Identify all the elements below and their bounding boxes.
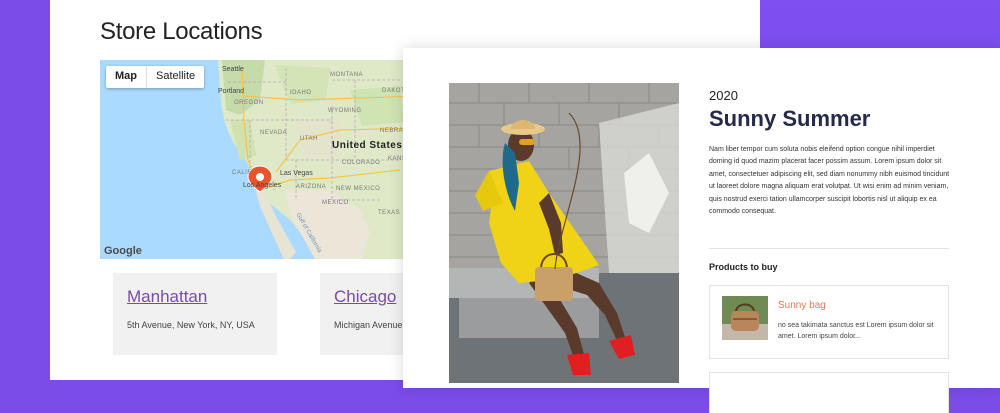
map-label-los-angeles: Los Angeles [243, 182, 282, 189]
article-panel: 2020 Sunny Summer Nam liber tempor cum s… [403, 48, 1000, 413]
map-label-california: CALIF [232, 170, 252, 176]
product-description: no sea takimata sanctus est Lorem ipsum … [778, 322, 934, 340]
divider [709, 248, 949, 249]
map-label-nevada: NEVADA [260, 130, 288, 136]
store-city-link[interactable]: Chicago [334, 287, 396, 307]
article-body: Nam liber tempor cum soluta nobis eleife… [709, 146, 950, 216]
map-label-oregon: OREGON [234, 100, 264, 106]
store-map[interactable]: Seattle Portland United States Las Vegas… [100, 60, 420, 259]
store-address: 5th Avenue, New York, NY, USA [127, 320, 255, 330]
map-label-texas: TEXAS [378, 210, 401, 216]
article-year: 2020 [709, 88, 738, 103]
product-card[interactable]: Sunny bag no sea takimata sanctus est Lo… [709, 285, 949, 359]
article-title: Sunny Summer [709, 106, 871, 131]
product-name[interactable]: Sunny bag [778, 300, 826, 311]
map-label-montana: MONTANA [330, 72, 364, 78]
product-card[interactable] [709, 372, 949, 413]
products-heading: Products to buy [709, 262, 778, 272]
map-label-las-vegas: Las Vegas [280, 170, 313, 177]
map-label-colorado: COLORADO [342, 160, 381, 166]
map-label-portland: Portland [218, 88, 245, 95]
article-photo [449, 83, 679, 383]
map-label-mexico: MEXICO [322, 200, 349, 206]
map-label-new-mexico: NEW MEXICO [336, 186, 381, 192]
map-view-button[interactable]: Map [106, 66, 147, 88]
map-label-utah: UTAH [300, 136, 318, 142]
page-title: Store Locations [100, 18, 263, 45]
satellite-view-button[interactable]: Satellite [147, 66, 204, 88]
map-label-seattle: Seattle [222, 66, 244, 73]
map-label-idaho: IDAHO [290, 90, 312, 96]
store-city-link[interactable]: Manhattan [127, 287, 207, 307]
bag-thumbnail-icon [722, 296, 768, 340]
woman-photo-image [449, 83, 679, 383]
map-label-arizona: ARIZONA [296, 184, 327, 190]
map-label-us: United States [332, 140, 403, 151]
google-logo[interactable]: Google [104, 245, 142, 257]
store-card: Manhattan 5th Avenue, New York, NY, USA [113, 273, 277, 355]
map-label-wyoming: WYOMING [328, 108, 362, 114]
map-type-toggle: Map Satellite [106, 66, 205, 88]
